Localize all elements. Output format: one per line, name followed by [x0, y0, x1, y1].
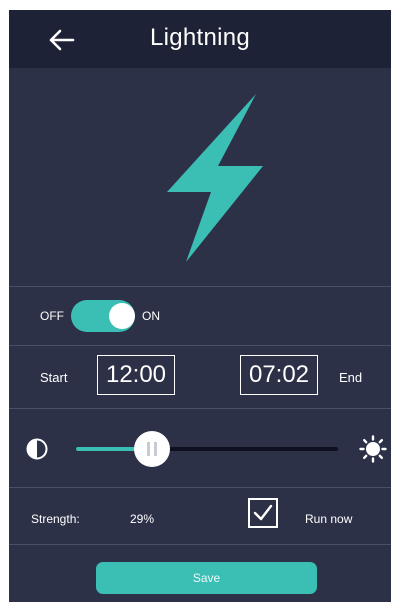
divider	[9, 544, 391, 545]
slider-thumb[interactable]	[134, 431, 170, 467]
thumb-grip	[147, 442, 150, 456]
end-label: End	[339, 370, 363, 385]
schedule-row: Start 12:00 07:02 End	[9, 346, 391, 408]
strength-row: Strength: 29% Run now	[9, 488, 391, 544]
contrast-icon	[26, 438, 48, 460]
app-screen: Lightning OFF ON Start 12:00 07:02 End S…	[9, 10, 391, 602]
brightness-row	[9, 409, 391, 487]
lightning-bolt-icon	[167, 94, 263, 262]
brightness-slider[interactable]	[76, 431, 338, 467]
run-now-checkbox[interactable]	[248, 498, 278, 528]
save-button[interactable]: Save	[96, 562, 317, 594]
thumb-grip	[154, 442, 157, 456]
sun-icon	[359, 435, 387, 463]
hero-area	[9, 68, 391, 286]
start-label: Start	[40, 370, 68, 385]
off-label: OFF	[40, 309, 64, 323]
power-row: OFF ON	[9, 287, 391, 345]
page-title: Lightning	[149, 24, 251, 51]
header-bar: Lightning	[9, 10, 391, 68]
checkmark-icon	[253, 504, 273, 521]
run-now-label: Run now	[305, 512, 353, 526]
on-label: ON	[142, 309, 160, 323]
power-toggle[interactable]	[71, 300, 135, 332]
toggle-knob	[109, 303, 135, 329]
strength-value: 29%	[130, 512, 155, 526]
strength-label: Strength:	[31, 512, 80, 526]
start-time-field[interactable]: 12:00	[97, 355, 175, 395]
end-time-field[interactable]: 07:02	[240, 355, 318, 395]
